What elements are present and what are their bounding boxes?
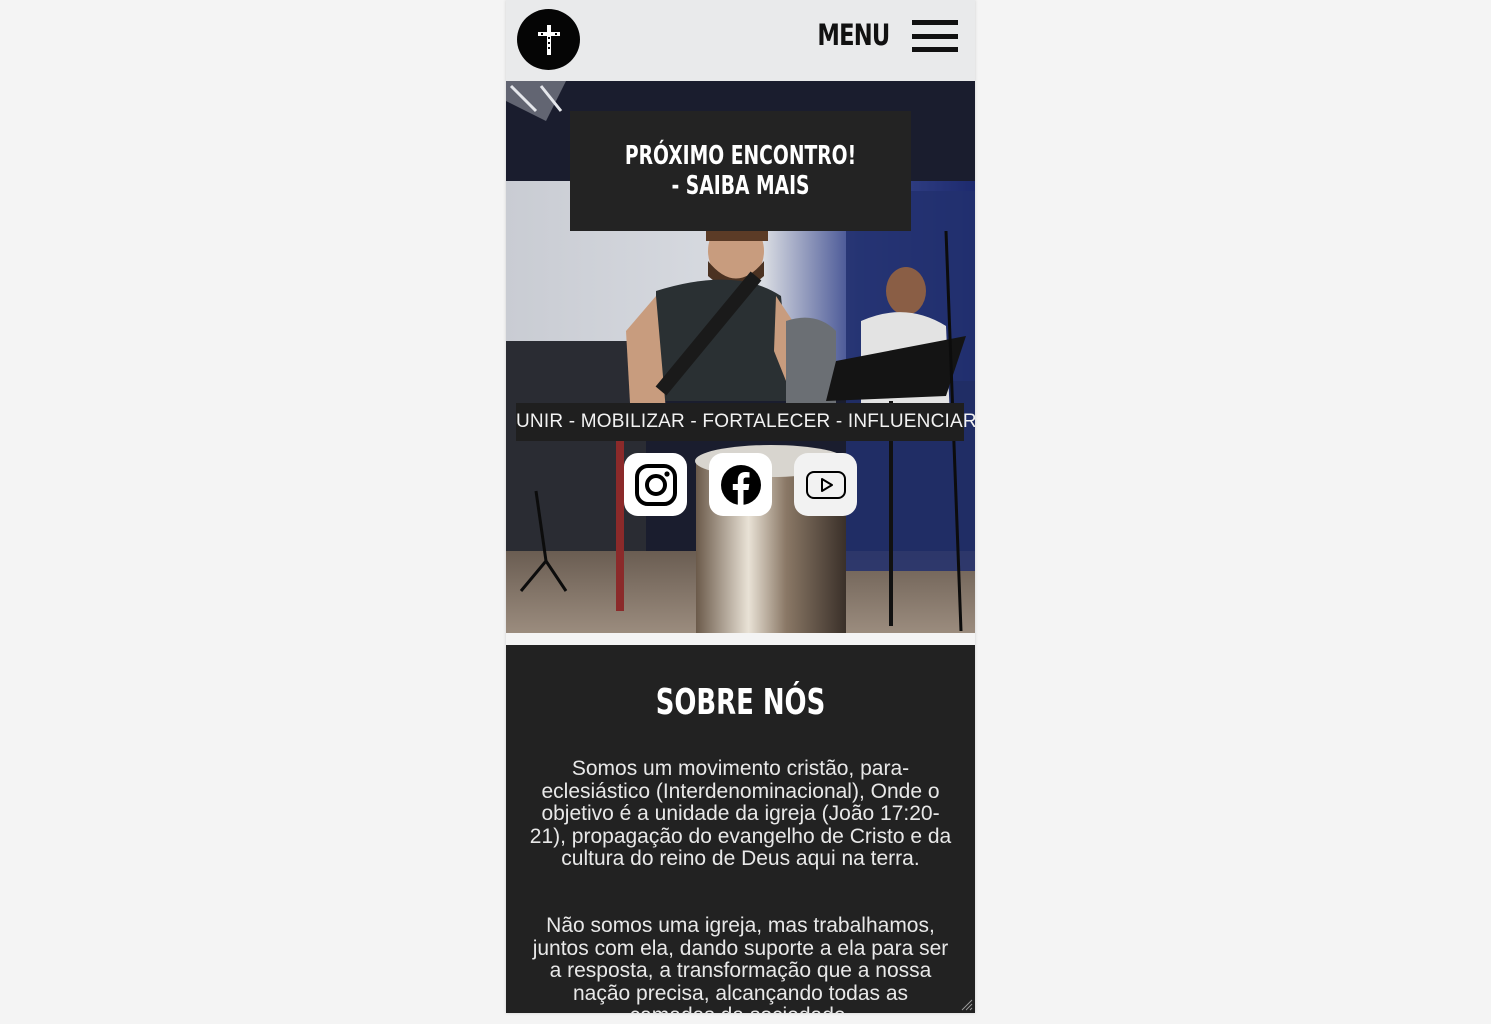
facebook-icon [720, 464, 761, 505]
hero-banner: PRÓXIMO ENCONTRO! - SAIBA MAIS UNIR - MO… [506, 81, 975, 633]
site-header: MENU [506, 0, 975, 81]
instagram-icon [634, 463, 677, 506]
about-title: SOBRE NÓS [655, 682, 826, 723]
logo[interactable] [517, 9, 580, 70]
about-paragraph-2: Não somos uma igreja, mas trabalhamos, j… [532, 914, 949, 1013]
tagline: UNIR - MOBILIZAR - FORTALECER - INFLUENC… [516, 403, 975, 441]
about-section: SOBRE NÓS Somos um movimento cristão, pa… [506, 645, 975, 1013]
next-event-button[interactable]: PRÓXIMO ENCONTRO! - SAIBA MAIS [570, 111, 911, 231]
social-links [624, 453, 857, 516]
youtube-icon [805, 470, 846, 499]
next-event-label: PRÓXIMO ENCONTRO! - SAIBA MAIS [624, 141, 857, 201]
youtube-link[interactable] [794, 453, 857, 516]
instagram-link[interactable] [624, 453, 687, 516]
cross-icon [537, 24, 560, 55]
menu-label[interactable]: MENU [817, 18, 890, 52]
mobile-viewport: MENU PRÓXIMO ENCONTRO! - SAIBA MAIS UNIR… [506, 0, 975, 1013]
hamburger-icon[interactable] [912, 20, 958, 52]
facebook-link[interactable] [709, 453, 772, 516]
about-paragraph-1: Somos um movimento cristão, para-eclesiá… [529, 757, 952, 870]
resize-handle-icon[interactable] [961, 999, 973, 1011]
